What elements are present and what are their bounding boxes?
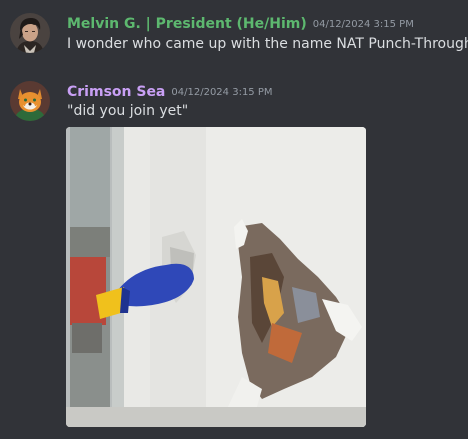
- fox-pilot-avatar-icon[interactable]: [10, 81, 50, 121]
- username-label[interactable]: Crimson Sea: [67, 84, 165, 100]
- chat-log: Melvin G. | President (He/Him) 04/12/2024…: [0, 0, 468, 439]
- username-label[interactable]: Melvin G. | President (He/Him): [67, 16, 307, 32]
- user-avatar-icon[interactable]: [10, 13, 50, 53]
- message-text: I wonder who came up with the name NAT P…: [67, 36, 468, 52]
- gif-attachment-image[interactable]: [66, 127, 366, 427]
- timestamp-label: 04/12/2024 3:15 PM: [312, 19, 414, 30]
- wall-punch-gif-icon: [66, 127, 366, 427]
- message-text: "did you join yet": [67, 103, 189, 119]
- message-melvin: Melvin G. | President (He/Him) 04/12/2024…: [0, 0, 468, 60]
- timestamp-label: 04/12/2024 3:15 PM: [171, 87, 273, 98]
